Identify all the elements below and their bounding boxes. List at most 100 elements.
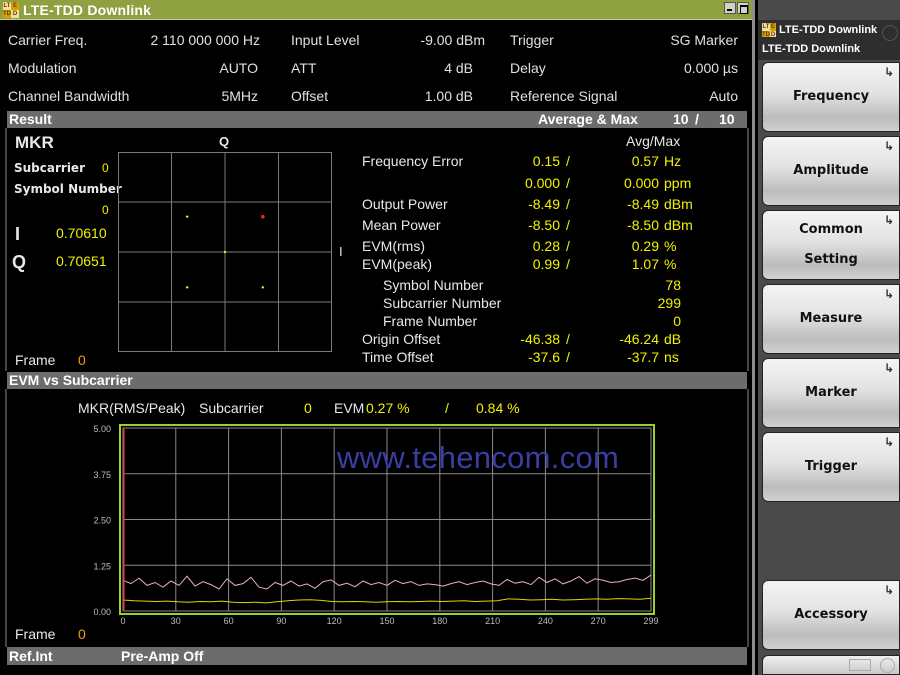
constellation-q-axis-label: Q [219, 134, 230, 149]
softkey-frequency[interactable]: ↳ Frequency [762, 62, 900, 132]
average-total: 10 [719, 111, 735, 127]
modulation-label: Modulation [8, 60, 77, 76]
average-sep: / [695, 111, 699, 127]
result-row-avg: -8.50 [528, 217, 560, 233]
watermark: www.tehencom.com [337, 440, 620, 475]
result-row-max: 0.57 [631, 153, 659, 169]
result-row-max: -8.50 [627, 217, 659, 233]
channel-bandwidth-value: 5MHz [221, 88, 258, 104]
evm-subcarrier-label: Subcarrier [199, 400, 264, 416]
status-indicator-icon [882, 25, 898, 41]
input-level-value: -9.00 dBm [420, 32, 485, 48]
softkey-label-line2: Setting [804, 252, 858, 267]
result-row-label: EVM(peak) [362, 256, 433, 272]
avg-max-header: Avg/Max [626, 133, 681, 149]
main-window: LT E TD D LTE-TDD Downlink Carrier Freq. 2 … [0, 0, 755, 675]
result-row-sep: / [566, 153, 570, 169]
submenu-arrow-icon: ↳ [883, 435, 894, 449]
carrier-freq-value: 2 110 000 000 Hz [150, 32, 261, 48]
minimize-button[interactable] [724, 2, 736, 14]
x-tick-label: 150 [379, 616, 394, 626]
result-row-sep: / [566, 175, 570, 191]
mkr-frame-label: Frame [15, 352, 56, 368]
y-tick-label: 0.00 [93, 607, 111, 617]
softkey-label: Accessory [794, 607, 868, 622]
mkr-symbol-label: Symbol Number [14, 182, 122, 196]
mkr-title: MKR [15, 133, 54, 152]
mkr-symbol-value: 0 [102, 203, 109, 217]
softkey-amplitude[interactable]: ↳ Amplitude [762, 136, 900, 206]
x-tick-label: 120 [327, 616, 342, 626]
result-row-avg: 0.99 [532, 256, 560, 272]
lte-app-icon: LT E TD D [3, 1, 19, 18]
result-row-unit: ns [664, 349, 679, 365]
x-tick-label: 240 [538, 616, 553, 626]
softkey-label: Common [799, 222, 863, 237]
softkey-marker[interactable]: ↳ Marker [762, 358, 900, 428]
result-row-max: 78 [665, 277, 681, 293]
result-row-label: Symbol Number [383, 277, 484, 293]
result-row-unit: Hz [664, 153, 682, 169]
result-row-max: 1.07 [631, 256, 659, 272]
preamp-status: Pre-Amp Off [121, 648, 204, 664]
carrier-freq-label: Carrier Freq. [8, 32, 88, 48]
result-section-header: Result Average & Max 10 / 10 [7, 111, 747, 128]
offset-value: 1.00 dB [424, 88, 473, 104]
result-row-label: Frame Number [383, 313, 478, 329]
status-bar: Ref.Int Pre-Amp Off [7, 647, 747, 665]
softkey-panel: LT E TD D LTE-TDD Downlink LTE-TDD Downlink… [758, 0, 900, 675]
constellation-marker-point [261, 214, 265, 219]
result-row-max: -8.49 [627, 196, 659, 212]
constellation-i-axis-label: I [339, 244, 343, 259]
window-icon [849, 659, 871, 671]
mkr-subcarrier-value: 0 [102, 161, 109, 175]
softkey-label: Frequency [792, 89, 870, 104]
result-row-sep: / [566, 217, 570, 233]
result-row-unit: dB [664, 331, 682, 347]
trigger-label: Trigger [510, 32, 554, 48]
result-row-unit: % [664, 256, 677, 272]
submenu-arrow-icon: ↳ [883, 213, 894, 227]
softkey-header: LT E TD D LTE-TDD Downlink LTE-TDD Downlink [758, 20, 900, 60]
x-tick-label: 30 [171, 616, 181, 626]
y-tick-label: 1.25 [93, 561, 111, 571]
reference-signal-value: Auto [709, 88, 738, 104]
trigger-value: SG Marker [670, 32, 738, 48]
evm-sep: / [445, 400, 449, 416]
evm-peak-value: 0.84 % [476, 400, 520, 416]
softkey-trigger[interactable]: ↳ Trigger [762, 432, 900, 502]
softkey-label: Measure [799, 311, 863, 326]
channel-bandwidth-label: Channel Bandwidth [8, 88, 130, 104]
input-level-label: Input Level [291, 32, 360, 48]
x-tick-label: 180 [432, 616, 447, 626]
modulation-value: AUTO [219, 60, 258, 76]
result-row-max: 299 [657, 295, 681, 311]
average-mode: Average & Max [538, 111, 638, 127]
mkr-subcarrier-label: Subcarrier [14, 161, 85, 175]
softkey-measure[interactable]: ↳ Measure [762, 284, 900, 354]
constellation-point [261, 286, 265, 289]
mkr-q-label: Q [12, 252, 27, 272]
result-title: Result [9, 111, 52, 127]
softkey-bottom-bar [762, 655, 900, 675]
softkey-header-subtitle: LTE-TDD Downlink [762, 43, 861, 55]
result-row-unit: ppm [664, 175, 692, 191]
x-tick-label: 210 [485, 616, 500, 626]
evm-frame-label: Frame [15, 626, 56, 642]
maximize-button[interactable] [737, 2, 749, 14]
constellation-diagram [118, 152, 332, 352]
submenu-arrow-icon: ↳ [883, 139, 894, 153]
submenu-arrow-icon: ↳ [883, 65, 894, 79]
evm-frame-value: 0 [78, 626, 86, 642]
x-tick-label: 270 [591, 616, 606, 626]
result-row-unit: dBm [664, 217, 693, 233]
result-row-avg: -46.38 [520, 331, 560, 347]
softkey-accessory[interactable]: ↳ Accessory [762, 580, 900, 650]
delay-label: Delay [510, 60, 546, 76]
mkr-i-value: 0.70610 [56, 225, 107, 241]
result-row-sep: / [566, 238, 570, 254]
softkey-common-setting[interactable]: ↳ Common Setting [762, 210, 900, 280]
x-tick-label: 60 [224, 616, 234, 626]
result-row-sep: / [566, 196, 570, 212]
x-tick-label: 90 [276, 616, 286, 626]
